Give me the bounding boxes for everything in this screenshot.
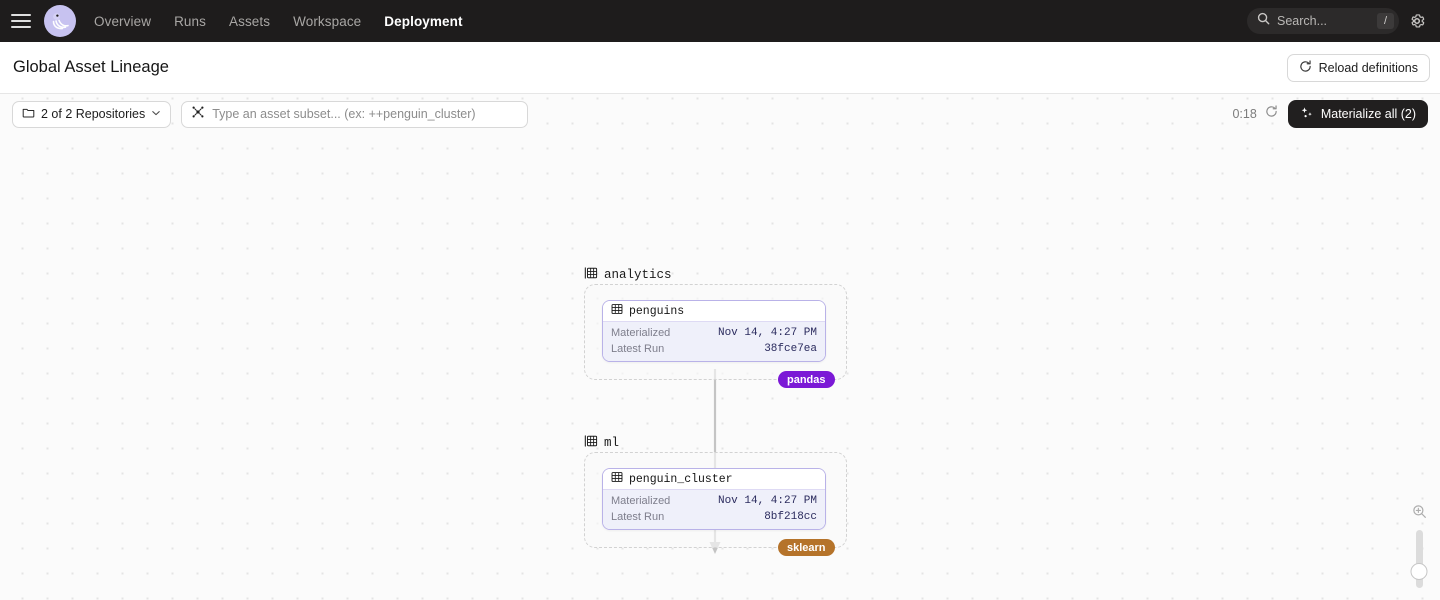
primary-nav-links: Overview Runs Assets Workspace Deploymen…	[94, 14, 463, 29]
zoom-slider[interactable]	[1410, 530, 1428, 588]
asset-node-row-latest-run: Latest Run 38fce7ea	[611, 341, 817, 357]
page-title: Global Asset Lineage	[13, 58, 169, 76]
repositories-filter-label: 2 of 2 Repositories	[41, 107, 146, 121]
asset-tag-label: pandas	[787, 373, 826, 386]
dagster-asset-lineage-page: Overview Runs Assets Workspace Deploymen…	[0, 0, 1440, 600]
nav-link-overview[interactable]: Overview	[94, 14, 151, 29]
asset-group-icon	[584, 434, 598, 452]
asset-node-name: penguin_cluster	[629, 472, 733, 486]
asset-group-label-ml[interactable]: ml	[584, 434, 619, 452]
search-placeholder: Search...	[1277, 14, 1328, 28]
asset-tag-label: sklearn	[787, 541, 826, 554]
hamburger-icon[interactable]	[11, 14, 31, 28]
asset-group-label-analytics[interactable]: analytics	[584, 266, 672, 284]
asset-node-header: penguins	[603, 301, 825, 322]
search-input[interactable]: Search... /	[1247, 8, 1399, 34]
asset-row-value: Nov 14, 4:27 PM	[717, 495, 817, 507]
asset-subset-input[interactable]: Type an asset subset... (ex: ++penguin_c…	[181, 100, 529, 128]
asset-graph-icon	[191, 105, 205, 124]
gear-icon[interactable]	[1408, 12, 1426, 30]
nav-link-workspace[interactable]: Workspace	[293, 14, 361, 29]
asset-row-key: Latest Run	[611, 511, 665, 523]
asset-node-row-materialized: Materialized Nov 14, 4:27 PM	[611, 325, 817, 341]
page-header: Global Asset Lineage Reload definitions	[0, 42, 1440, 94]
asset-node-penguins[interactable]: penguins Materialized Nov 14, 4:27 PM La…	[602, 300, 826, 362]
zoom-control	[1408, 504, 1430, 588]
asset-row-value: Nov 14, 4:27 PM	[717, 327, 817, 339]
materialize-all-button[interactable]: Materialize all (2)	[1287, 100, 1428, 128]
asset-node-row-latest-run: Latest Run 8bf218cc	[611, 509, 817, 525]
materialize-all-label: Materialize all (2)	[1320, 107, 1416, 121]
asset-graph-canvas[interactable]: analytics penguins Materialized Nov 14, …	[0, 94, 1440, 600]
chevron-down-icon	[151, 107, 161, 121]
asset-group-name: ml	[604, 436, 620, 450]
refresh-timer-text: 0:18	[1232, 107, 1257, 121]
asset-row-key: Latest Run	[611, 343, 665, 355]
refresh-icon[interactable]	[1265, 105, 1278, 123]
zoom-in-icon[interactable]	[1412, 504, 1427, 524]
reload-definitions-label: Reload definitions	[1318, 60, 1418, 75]
nav-right-group: Search... /	[1247, 8, 1426, 34]
nav-link-assets[interactable]: Assets	[229, 14, 270, 29]
asset-node-row-materialized: Materialized Nov 14, 4:27 PM	[611, 493, 817, 509]
asset-row-key: Materialized	[611, 327, 671, 339]
asset-group-icon	[584, 266, 598, 284]
dagster-logo[interactable]	[44, 5, 76, 37]
search-shortcut-key: /	[1377, 13, 1394, 29]
nav-link-deployment[interactable]: Deployment	[384, 14, 462, 29]
asset-node-penguin-cluster[interactable]: penguin_cluster Materialized Nov 14, 4:2…	[602, 468, 826, 530]
asset-subset-placeholder: Type an asset subset... (ex: ++penguin_c…	[212, 107, 476, 121]
folder-icon	[22, 106, 35, 122]
search-icon	[1257, 12, 1270, 30]
asset-row-key: Materialized	[611, 495, 671, 507]
asset-group-name: analytics	[604, 268, 672, 282]
asset-node-name: penguins	[629, 304, 685, 318]
asset-tag-pandas[interactable]: pandas	[778, 371, 835, 388]
asset-node-header: penguin_cluster	[603, 469, 825, 490]
repositories-filter-button[interactable]: 2 of 2 Repositories	[12, 100, 172, 128]
top-navigation-bar: Overview Runs Assets Workspace Deploymen…	[0, 0, 1440, 42]
zoom-slider-thumb[interactable]	[1410, 563, 1428, 580]
asset-node-body: Materialized Nov 14, 4:27 PM Latest Run …	[603, 490, 825, 529]
asset-node-body: Materialized Nov 14, 4:27 PM Latest Run …	[603, 322, 825, 361]
table-icon	[611, 470, 623, 488]
asset-row-value[interactable]: 38fce7ea	[764, 343, 817, 355]
refresh-icon	[1299, 59, 1312, 76]
nav-link-runs[interactable]: Runs	[174, 14, 206, 29]
refresh-timer: 0:18	[1232, 105, 1277, 123]
sparkle-icon	[1300, 106, 1314, 123]
reload-definitions-button[interactable]: Reload definitions	[1286, 53, 1430, 82]
table-icon	[611, 302, 623, 320]
asset-row-value[interactable]: 8bf218cc	[764, 511, 817, 523]
asset-tag-sklearn[interactable]: sklearn	[778, 539, 835, 556]
